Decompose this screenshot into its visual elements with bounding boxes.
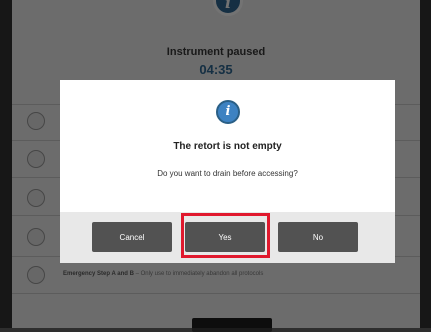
- dialog-title: The retort is not empty: [173, 141, 282, 152]
- cancel-button[interactable]: Cancel: [92, 222, 172, 252]
- yes-button[interactable]: Yes: [185, 222, 265, 252]
- no-button[interactable]: No: [278, 222, 358, 252]
- drain-confirm-dialog: i The retort is not empty Do you want to…: [60, 80, 395, 263]
- dialog-message: Do you want to drain before accessing?: [157, 169, 298, 178]
- info-icon: i: [216, 100, 240, 124]
